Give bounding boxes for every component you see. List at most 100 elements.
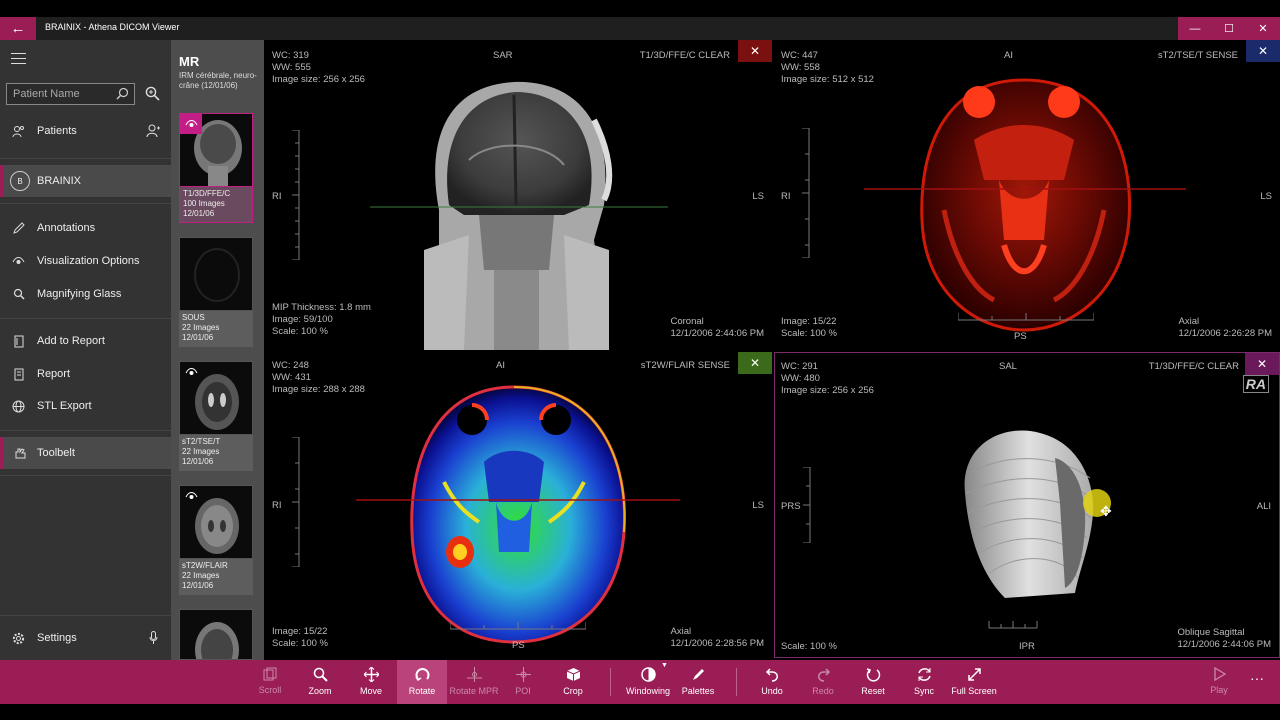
minimize-button[interactable]: — <box>1178 17 1212 40</box>
image-index: Image: 15/22 <box>272 626 328 637</box>
orientation-right: LS <box>1260 191 1272 202</box>
series-thumbnail[interactable]: sT2/TSE/T 22 Images 12/01/06 <box>179 361 253 471</box>
close-viewport-button[interactable]: ✕ <box>1245 353 1279 375</box>
acquisition-datetime: 12/1/2006 2:26:28 PM <box>1178 328 1273 339</box>
move-icon <box>363 667 379 682</box>
tool-zoom[interactable]: Zoom <box>295 660 345 704</box>
poi-icon <box>515 667 531 682</box>
modality-label: MR <box>179 54 200 69</box>
sidebar-item-brainix[interactable]: B BRAINIX <box>0 165 171 197</box>
viewport-axial-t2[interactable]: WC: 447 WW: 558 Image size: 512 x 512 AI s… <box>774 40 1280 350</box>
tool-rotate-mpr[interactable]: Rotate MPR <box>448 660 500 704</box>
sidebar-item-patients[interactable]: Patients <box>0 116 171 146</box>
series-name: sT2W/FLAIR <box>182 561 228 570</box>
series-name: sT2/TSE/T <box>182 437 221 446</box>
viewport-coronal[interactable]: WC: 319 WW: 555 Image size: 256 x 256 SAR … <box>264 40 772 350</box>
sidebar-item-report[interactable]: Report <box>0 359 171 389</box>
back-button[interactable]: ← <box>0 17 36 40</box>
more-options-button[interactable]: ··· <box>1250 670 1264 686</box>
plane-label: Coronal <box>670 316 704 327</box>
sidebar-item-visualization-options[interactable]: Visualization Options <box>0 246 171 276</box>
series-thumbnail[interactable] <box>179 609 253 660</box>
tool-crop[interactable]: Crop <box>548 660 598 704</box>
undo-icon <box>765 668 778 682</box>
window-title: BRAINIX - Athena DICOM Viewer <box>45 22 180 32</box>
image-size: Image size: 256 x 256 <box>781 385 874 396</box>
tool-scroll[interactable]: Scroll <box>245 660 295 704</box>
tool-move[interactable]: Move <box>346 660 396 704</box>
eye-icon <box>0 256 37 266</box>
tool-sync[interactable]: Sync <box>899 660 949 704</box>
orientation-right: ALI <box>1256 501 1271 512</box>
series-thumbnail[interactable]: T1/3D/FFE/C 100 Images 12/01/06 <box>179 113 253 223</box>
close-icon: ✕ <box>1258 23 1268 35</box>
sidebar-item-stl-export[interactable]: STL Export <box>0 391 171 421</box>
mri-image-axial-rainbow <box>356 385 680 644</box>
orientation-left: RI <box>781 191 791 202</box>
tool-play[interactable]: Play <box>1194 660 1244 704</box>
scale-label: Scale: 100 % <box>781 328 837 339</box>
zoom-search-icon[interactable] <box>145 86 160 101</box>
close-viewport-button[interactable]: ✕ <box>738 40 772 62</box>
maximize-button[interactable]: ☐ <box>1212 17 1246 40</box>
tool-undo[interactable]: Undo <box>747 660 797 704</box>
window-width: WW: 558 <box>781 62 820 73</box>
microphone-icon[interactable] <box>149 631 158 644</box>
sidebar-item-label: Patients <box>37 125 77 137</box>
scale-label: Scale: 100 % <box>272 638 328 649</box>
window-center: WC: 291 <box>781 361 818 372</box>
app-window: ← BRAINIX - Athena DICOM Viewer — ☐ ✕ Pa… <box>0 0 1280 720</box>
eye-icon[interactable] <box>180 362 202 382</box>
scale-label: Scale: 100 % <box>781 641 837 652</box>
sidebar-item-settings[interactable]: Settings <box>0 623 171 653</box>
sidebar-item-annotations[interactable]: Annotations <box>0 213 171 243</box>
document-icon <box>0 335 37 348</box>
orientation-right: LS <box>752 191 764 202</box>
eye-icon[interactable] <box>180 114 202 134</box>
tool-palettes[interactable]: Palettes <box>673 660 723 704</box>
scale-ruler <box>450 622 586 630</box>
series-date: 12/01/06 <box>182 457 214 466</box>
series-thumbnail[interactable]: sT2W/FLAIR 22 Images 12/01/06 <box>179 485 253 595</box>
gear-icon <box>0 632 37 645</box>
maximize-icon: ☐ <box>1224 23 1234 35</box>
sidebar-item-toolbelt[interactable]: Toolbelt <box>0 437 171 469</box>
windowing-icon <box>640 667 656 682</box>
tool-poi[interactable]: POI <box>498 660 548 704</box>
sidebar-item-label: STL Export <box>37 400 92 412</box>
tool-rotate[interactable]: Rotate <box>397 660 447 704</box>
sidebar-item-magnifying-glass[interactable]: Magnifying Glass <box>0 279 171 309</box>
sidebar-item-add-to-report[interactable]: Add to Report <box>0 326 171 356</box>
viewport-axial-flair[interactable]: WC: 248 WW: 431 Image size: 288 x 288 AI s… <box>264 352 772 658</box>
tool-full-screen[interactable]: Full Screen <box>949 660 999 704</box>
scale-label: Scale: 100 % <box>272 326 328 337</box>
eye-icon[interactable] <box>180 486 202 506</box>
series-thumbnail[interactable]: SOUS 22 Images 12/01/06 <box>179 237 253 347</box>
series-name: T1/3D/FFE/C <box>183 189 231 198</box>
tool-redo[interactable]: Redo <box>798 660 848 704</box>
series-label: T1/3D/FFE/C CLEAR <box>639 50 730 61</box>
close-icon: ✕ <box>1257 44 1269 58</box>
close-icon: ✕ <box>749 356 761 370</box>
viewport-3d-volume[interactable]: ✥ WC: 291 WW: 480 Image size: 256 x 256 SA… <box>774 352 1280 658</box>
plane-label: Axial <box>670 626 692 637</box>
scale-ruler <box>958 313 1094 321</box>
patient-search-input[interactable] <box>7 84 112 104</box>
scale-ruler <box>292 437 300 567</box>
windowing-dropdown-icon[interactable]: ▼ <box>661 662 668 669</box>
add-patient-icon[interactable] <box>146 124 160 138</box>
mri-image-axial-red <box>864 78 1186 332</box>
close-window-button[interactable]: ✕ <box>1246 17 1280 40</box>
zoom-icon <box>313 667 328 682</box>
orientation-top: AI <box>1004 50 1013 61</box>
crop-icon <box>566 668 580 681</box>
tool-reset[interactable]: Reset <box>848 660 898 704</box>
arrow-left-icon: ← <box>10 20 26 37</box>
acquisition-datetime: 12/1/2006 2:44:06 PM <box>670 328 765 339</box>
close-viewport-button[interactable]: ✕ <box>738 352 772 374</box>
sync-icon <box>917 668 931 681</box>
orientation-left: PRS <box>781 501 801 512</box>
close-viewport-button[interactable]: ✕ <box>1246 40 1280 62</box>
search-icon[interactable] <box>116 87 129 100</box>
hamburger-menu-icon[interactable] <box>11 53 26 68</box>
